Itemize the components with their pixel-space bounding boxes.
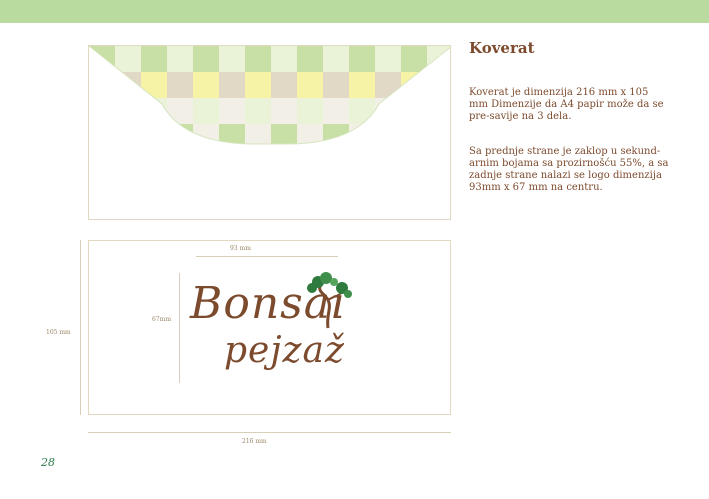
flap-tile bbox=[193, 98, 219, 124]
flap-tile bbox=[375, 98, 401, 124]
logo-height-label: 67mm bbox=[152, 316, 172, 323]
flap-tile bbox=[375, 124, 401, 144]
page-number: 28 bbox=[41, 456, 55, 469]
flap-tile bbox=[167, 124, 193, 144]
logo-width-label: 93 mm bbox=[230, 245, 251, 252]
flap-tile bbox=[245, 46, 271, 72]
flap-tile bbox=[141, 124, 167, 144]
description-paragraph-2: Sa prednje strane je zaklop u sekund-arn… bbox=[469, 146, 669, 193]
top-accent-bar bbox=[0, 0, 709, 23]
flap-tile bbox=[193, 124, 219, 144]
flap-tile bbox=[115, 98, 141, 124]
flap-tile bbox=[271, 46, 297, 72]
logo-height-dimension-line bbox=[179, 273, 180, 383]
flap-tile bbox=[89, 124, 115, 144]
flap-tile bbox=[401, 124, 427, 144]
envelope-width-dimension-line bbox=[88, 432, 451, 433]
section-title: Koverat bbox=[469, 39, 535, 57]
flap-tile bbox=[245, 72, 271, 98]
flap-tile bbox=[115, 46, 141, 72]
flap-tile bbox=[401, 98, 427, 124]
flap-tile bbox=[323, 98, 349, 124]
flap-tile bbox=[89, 46, 115, 72]
flap-tile bbox=[115, 72, 141, 98]
flap-tile bbox=[323, 72, 349, 98]
envelope-height-dimension-line bbox=[80, 240, 81, 415]
flap-tile bbox=[427, 72, 450, 98]
flap-tile bbox=[297, 46, 323, 72]
envelope-back-mockup bbox=[88, 45, 451, 220]
flap-tile bbox=[375, 72, 401, 98]
flap-tile bbox=[167, 46, 193, 72]
flap-tile bbox=[219, 124, 245, 144]
bonsai-tree-icon bbox=[307, 272, 352, 329]
flap-tile bbox=[271, 72, 297, 98]
flap-tile bbox=[349, 98, 375, 124]
flap-tile bbox=[245, 98, 271, 124]
flap-tile bbox=[427, 98, 450, 124]
flap-tile bbox=[115, 124, 141, 144]
flap-tile bbox=[193, 46, 219, 72]
flap-tile bbox=[323, 46, 349, 72]
flap-tile bbox=[245, 124, 271, 144]
flap-tile bbox=[141, 46, 167, 72]
flap-tile bbox=[349, 124, 375, 144]
envelope-flap-pattern bbox=[89, 46, 450, 145]
flap-tile bbox=[349, 46, 375, 72]
envelope-height-label: 105 mm bbox=[46, 329, 71, 336]
description-paragraph-1: Koverat je dimenzija 216 mm x 105 mm Dim… bbox=[469, 87, 664, 122]
flap-tile bbox=[219, 98, 245, 124]
flap-tile bbox=[219, 46, 245, 72]
flap-tile bbox=[271, 98, 297, 124]
envelope-width-label: 216 mm bbox=[242, 438, 267, 445]
flap-tile bbox=[271, 124, 297, 144]
flap-tile bbox=[375, 46, 401, 72]
flap-tile bbox=[167, 98, 193, 124]
flap-tile bbox=[89, 98, 115, 124]
flap-tile bbox=[297, 124, 323, 144]
flap-tile bbox=[427, 124, 450, 144]
flap-tile bbox=[141, 98, 167, 124]
flap-tile bbox=[401, 46, 427, 72]
flap-tile bbox=[141, 72, 167, 98]
flap-tile bbox=[297, 72, 323, 98]
flap-tile bbox=[349, 72, 375, 98]
logo-width-dimension-line bbox=[196, 256, 338, 257]
flap-tile bbox=[89, 72, 115, 98]
flap-tile bbox=[297, 98, 323, 124]
flap-tile bbox=[219, 72, 245, 98]
flap-tile bbox=[193, 72, 219, 98]
logo-text-line2: pejzaž bbox=[224, 330, 345, 371]
flap-tile bbox=[167, 72, 193, 98]
